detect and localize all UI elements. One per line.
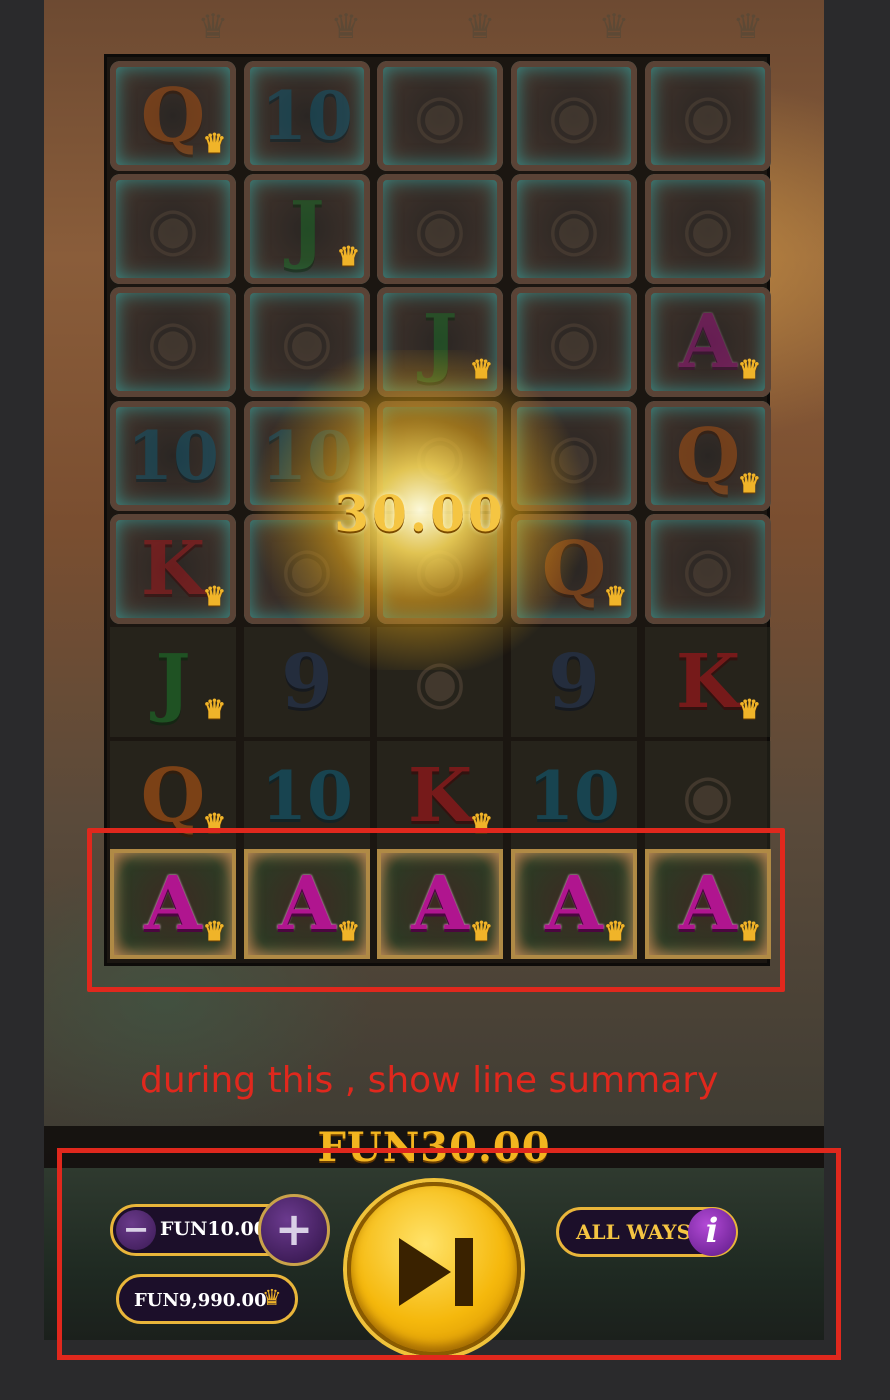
controls-highlight: [57, 1148, 841, 1360]
crown-icon: ♛: [737, 695, 761, 725]
symbol-glyph: 10: [127, 417, 219, 495]
symbol-glyph: K: [407, 753, 473, 839]
reel-symbol: K ♛: [645, 627, 771, 737]
symbol-glyph: J: [155, 639, 191, 725]
crown-icon: ♛: [598, 7, 630, 47]
crown-icon: ♛: [737, 355, 761, 385]
symbol-glyph: J: [289, 186, 325, 272]
reel-symbol: 10: [244, 61, 370, 171]
symbol-glyph: ◉: [681, 534, 735, 604]
symbol-glyph: ◉: [547, 194, 601, 264]
reel-symbol: 10: [110, 401, 236, 511]
symbol-glyph: A: [679, 299, 737, 385]
symbol-glyph: Q: [140, 73, 206, 159]
symbol-glyph: ◉: [280, 534, 334, 604]
symbol-glyph: ◉: [413, 194, 467, 264]
symbol-glyph: 10: [261, 757, 353, 835]
crown-icon: ♛: [336, 242, 360, 272]
reel-symbol: J ♛: [244, 174, 370, 284]
reel-symbol: Q ♛: [110, 61, 236, 171]
reel-symbol: ◉: [244, 287, 370, 397]
symbol-glyph: ◉: [547, 421, 601, 491]
symbol-glyph: Q: [675, 413, 741, 499]
crown-icon: ♛: [330, 7, 362, 47]
symbol-glyph: ◉: [681, 761, 735, 831]
crown-icon: ♛: [464, 7, 496, 47]
reel-symbol: J ♛: [377, 287, 503, 397]
symbol-glyph: ◉: [413, 421, 467, 491]
symbol-glyph: 9: [548, 639, 600, 725]
symbol-glyph: ◉: [547, 307, 601, 377]
crown-icon: ♛: [603, 582, 627, 612]
reel-symbol: ◉: [645, 174, 771, 284]
reel-symbol: ◉: [377, 627, 503, 737]
symbol-glyph: ◉: [413, 81, 467, 151]
symbol-glyph: ◉: [681, 81, 735, 151]
symbol-glyph: 10: [528, 757, 620, 835]
symbol-glyph: K: [675, 639, 741, 725]
reel-crown-markers: ♛ ♛ ♛ ♛ ♛: [148, 8, 814, 50]
symbol-glyph: Q: [140, 753, 206, 839]
reel-symbol: 9: [244, 627, 370, 737]
symbol-glyph: ◉: [547, 81, 601, 151]
reel-symbol: Q ♛: [645, 401, 771, 511]
symbol-glyph: 9: [281, 639, 333, 725]
symbol-glyph: Q: [541, 526, 607, 612]
symbol-glyph: ◉: [413, 647, 467, 717]
reel-symbol: J ♛: [110, 627, 236, 737]
symbol-glyph: K: [140, 526, 206, 612]
symbol-glyph: ◉: [413, 534, 467, 604]
reel-symbol: ◉: [110, 174, 236, 284]
crown-icon: ♛: [202, 695, 226, 725]
reel-symbol: 9: [511, 627, 637, 737]
symbol-glyph: ◉: [146, 194, 200, 264]
symbol-glyph: ◉: [681, 194, 735, 264]
symbol-glyph: J: [422, 299, 458, 385]
reel-symbol: ◉: [377, 174, 503, 284]
reel-symbol: ◉: [645, 514, 771, 624]
reel-symbol: ◉: [511, 287, 637, 397]
crown-icon: ♛: [202, 129, 226, 159]
crown-icon: ♛: [202, 582, 226, 612]
reel-symbol: ◉: [511, 174, 637, 284]
reel-symbol: ◉: [645, 61, 771, 171]
crown-icon: ♛: [469, 355, 493, 385]
annotation-note: during this , show line summary: [140, 1060, 719, 1101]
reel-symbol: ◉: [511, 61, 637, 171]
symbol-glyph: ◉: [146, 307, 200, 377]
win-amount: 30.00: [334, 484, 506, 543]
reel-symbol: K ♛: [110, 514, 236, 624]
reel-symbol: ◉: [377, 61, 503, 171]
symbol-glyph: ◉: [280, 307, 334, 377]
crown-icon: ♛: [197, 7, 229, 47]
crown-icon: ♛: [737, 469, 761, 499]
reel-symbol: A ♛: [645, 287, 771, 397]
crown-icon: ♛: [732, 7, 764, 47]
winning-line-highlight: [87, 828, 785, 992]
symbol-glyph: 10: [261, 77, 353, 155]
reel-symbol: ◉: [110, 287, 236, 397]
symbol-glyph: 10: [261, 417, 353, 495]
